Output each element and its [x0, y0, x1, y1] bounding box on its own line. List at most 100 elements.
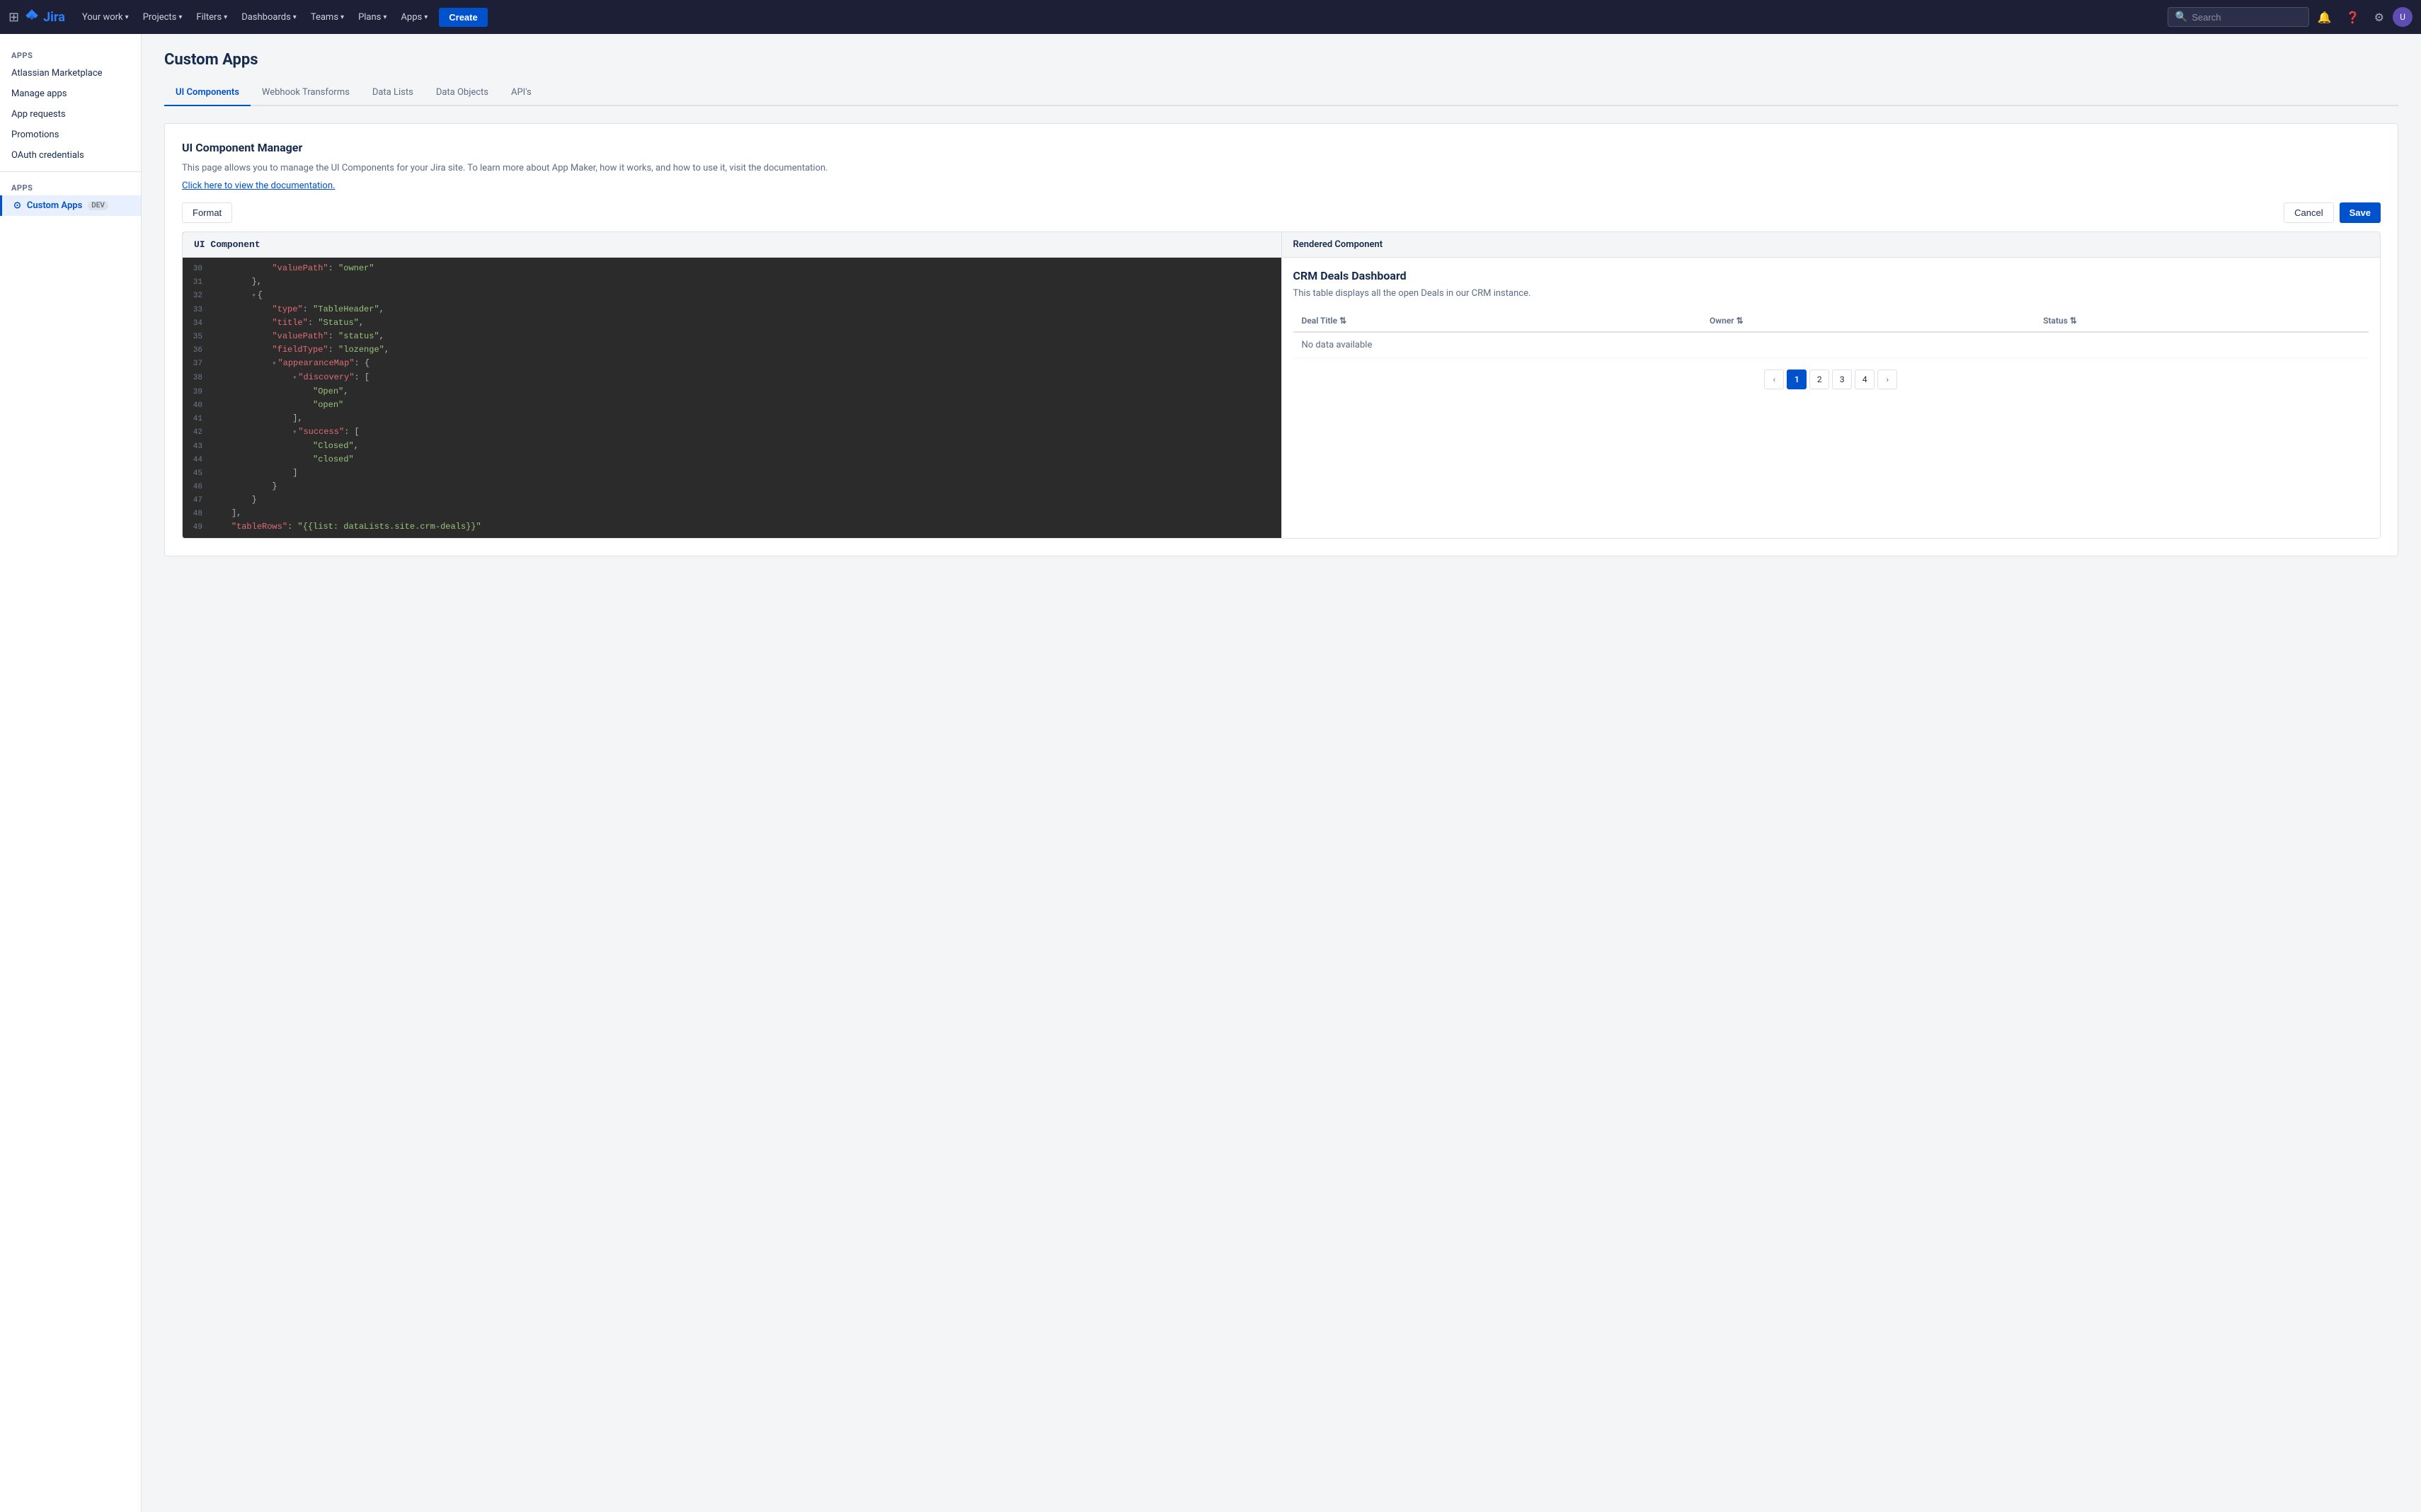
code-line-33: 33 "type": "TableHeader", [183, 303, 1281, 316]
chevron-down-icon: ▾ [340, 13, 344, 21]
nav-filters[interactable]: Filters ▾ [190, 8, 233, 27]
top-navigation: ⊞ Jira Your work ▾ Projects ▾ Filters ▾ … [0, 0, 2421, 34]
nav-teams[interactable]: Teams ▾ [305, 8, 350, 27]
page-3-button[interactable]: 3 [1832, 370, 1852, 389]
grid-icon[interactable]: ⊞ [8, 10, 19, 25]
code-line-49: 49 "tableRows": "{{list: dataLists.site.… [183, 520, 1281, 534]
save-button[interactable]: Save [2340, 202, 2381, 223]
sidebar-item-custom-apps[interactable]: ⊙ Custom Apps DEV [0, 195, 141, 216]
code-line-46: 46 } [183, 480, 1281, 493]
nav-apps[interactable]: Apps ▾ [395, 8, 433, 27]
chevron-down-icon: ▾ [224, 13, 227, 21]
marketplace-label: Atlassian Marketplace [11, 68, 103, 79]
main-content: Custom Apps UI Components Webhook Transf… [142, 34, 2421, 1512]
code-line-42: 42 ▾"success": [ [183, 425, 1281, 440]
chevron-down-icon: ▾ [293, 13, 297, 21]
rendered-header: Rendered Component [1282, 232, 2381, 258]
code-line-40: 40 "open" [183, 399, 1281, 412]
no-data-cell: No data available [1293, 332, 2369, 358]
format-button[interactable]: Format [182, 202, 232, 223]
col-deal-title-sort[interactable]: Deal Title ⇅ [1302, 316, 1347, 326]
editor-container: UI Component 30 "valuePath": "owner" 31 … [182, 231, 2381, 539]
nav-dashboards[interactable]: Dashboards ▾ [236, 8, 302, 27]
page-1-button[interactable]: 1 [1787, 370, 1807, 389]
tab-apis[interactable]: API's [500, 80, 543, 106]
search-input[interactable] [2192, 12, 2291, 23]
search-container: 🔍 [2168, 7, 2309, 27]
toolbar: Format Cancel Save [182, 202, 2381, 223]
sidebar-item-promotions[interactable]: Promotions [0, 125, 141, 145]
dev-badge: DEV [88, 201, 108, 210]
code-line-48: 48 ], [183, 507, 1281, 520]
tabs-container: UI Components Webhook Transforms Data Li… [164, 80, 2398, 106]
section-desc: This page allows you to manage the UI Co… [182, 161, 2381, 176]
manage-apps-label: Manage apps [11, 88, 67, 99]
sidebar-item-app-requests[interactable]: App requests [0, 104, 141, 125]
sidebar-divider [0, 171, 141, 172]
rendered-title: CRM Deals Dashboard [1293, 269, 2369, 282]
doc-link[interactable]: Click here to view the documentation. [182, 181, 335, 191]
rendered-content: CRM Deals Dashboard This table displays … [1282, 258, 2381, 401]
cancel-button[interactable]: Cancel [2284, 202, 2333, 223]
sidebar-item-oauth[interactable]: OAuth credentials [0, 145, 141, 166]
col-owner: Owner ⇅ [1701, 310, 2034, 332]
code-lines[interactable]: 30 "valuePath": "owner" 31 }, 32 [183, 258, 1281, 538]
code-line-30: 30 "valuePath": "owner" [183, 262, 1281, 275]
page-4-button[interactable]: 4 [1855, 370, 1875, 389]
code-line-39: 39 "Open", [183, 385, 1281, 399]
toolbar-right: Cancel Save [2284, 202, 2381, 223]
page-prev-button[interactable]: ‹ [1764, 370, 1784, 389]
code-line-36: 36 "fieldType": "lozenge", [183, 343, 1281, 357]
settings-icon[interactable]: ⚙ [2369, 6, 2390, 28]
page-layout: Apps Atlassian Marketplace Manage apps A… [0, 34, 2421, 1512]
nav-your-work[interactable]: Your work ▾ [76, 8, 134, 27]
chevron-down-icon: ▾ [383, 13, 387, 21]
jira-logo-icon [25, 8, 39, 26]
nav-plans[interactable]: Plans ▾ [353, 8, 392, 27]
notifications-icon[interactable]: 🔔 [2312, 6, 2337, 28]
tab-webhook-transforms[interactable]: Webhook Transforms [251, 80, 361, 106]
code-line-44: 44 "closed" [183, 453, 1281, 466]
create-button[interactable]: Create [439, 8, 487, 27]
col-status: Status ⇅ [2034, 310, 2369, 332]
avatar[interactable]: U [2393, 7, 2413, 27]
help-icon[interactable]: ❓ [2340, 6, 2366, 28]
tab-ui-components[interactable]: UI Components [164, 80, 251, 106]
editor-header: UI Component [183, 232, 1281, 258]
pagination: ‹ 1 2 3 4 › [1293, 370, 2369, 389]
oauth-label: OAuth credentials [11, 150, 84, 161]
sidebar-apps-section-title: Apps [0, 178, 141, 195]
code-line-41: 41 ], [183, 412, 1281, 425]
tab-data-objects[interactable]: Data Objects [425, 80, 500, 106]
chevron-down-icon: ▾ [178, 13, 182, 21]
code-line-34: 34 "title": "Status", [183, 316, 1281, 330]
col-deal-title: Deal Title ⇅ [1293, 310, 1702, 332]
table-row-no-data: No data available [1293, 332, 2369, 358]
code-line-45: 45 ] [183, 466, 1281, 480]
promotions-label: Promotions [11, 130, 59, 140]
col-owner-sort[interactable]: Owner ⇅ [1710, 316, 1744, 326]
code-line-38: 38 ▾"discovery": [ [183, 371, 1281, 385]
custom-apps-label: Custom Apps [27, 200, 82, 211]
app-requests-label: App requests [11, 109, 66, 120]
content-area: UI Component Manager This page allows yo… [164, 123, 2398, 556]
nav-projects[interactable]: Projects ▾ [137, 8, 188, 27]
sidebar-item-marketplace[interactable]: Atlassian Marketplace [0, 63, 141, 84]
rendered-desc: This table displays all the open Deals i… [1293, 288, 2369, 299]
code-line-43: 43 "Closed", [183, 440, 1281, 453]
jira-logo[interactable]: Jira [25, 8, 65, 26]
chevron-down-icon: ▾ [125, 13, 129, 21]
toolbar-left: Format [182, 202, 232, 223]
page-2-button[interactable]: 2 [1809, 370, 1829, 389]
sidebar-apps-title: Apps [0, 45, 141, 63]
sidebar-item-manage-apps[interactable]: Manage apps [0, 84, 141, 104]
col-status-sort[interactable]: Status ⇅ [2043, 316, 2077, 326]
chevron-down-icon: ▾ [424, 13, 428, 21]
page-next-button[interactable]: › [1877, 370, 1897, 389]
sidebar: Apps Atlassian Marketplace Manage apps A… [0, 34, 142, 1512]
code-line-37: 37 ▾"appearanceMap": { [183, 357, 1281, 371]
code-editor-pane: UI Component 30 "valuePath": "owner" 31 … [183, 232, 1281, 538]
code-line-47: 47 } [183, 493, 1281, 507]
tab-data-lists[interactable]: Data Lists [361, 80, 425, 106]
data-table: Deal Title ⇅ Owner ⇅ Status ⇅ [1293, 310, 2369, 358]
